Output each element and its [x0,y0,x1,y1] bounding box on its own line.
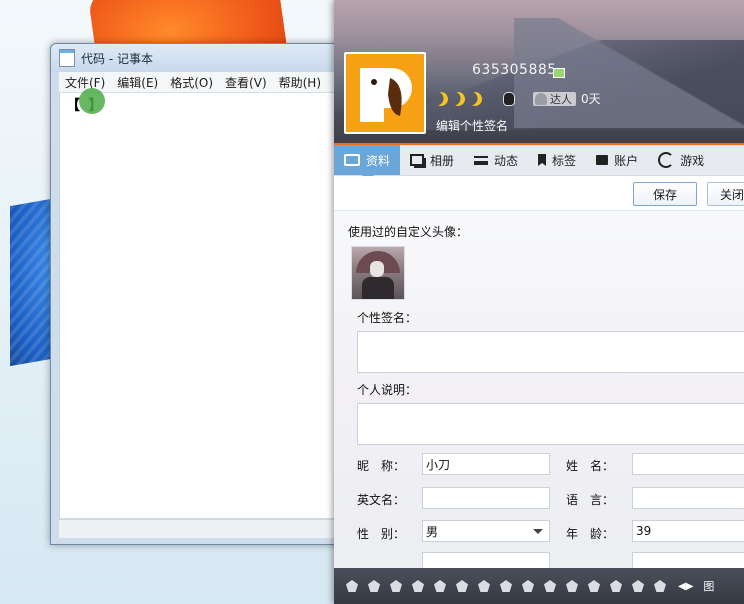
bookmark-icon [538,154,547,166]
english-name-label: 英文名： [357,493,406,507]
notepad-title: 代码 - 记事本 [81,51,153,66]
moon-level-icon [466,90,484,108]
daren-badge[interactable]: 达人 [533,91,576,106]
personal-signature-field[interactable] [357,331,744,373]
nickname-field[interactable]: 小刀 [422,453,550,475]
game-icon [658,152,675,168]
tab-album[interactable]: 相册 [400,145,464,175]
heart-icon[interactable] [654,580,666,592]
dog-avatar-icon [360,68,412,122]
body-shape [362,277,394,299]
menu-file[interactable]: 文件(F) [59,74,111,91]
english-name-field[interactable] [422,487,550,509]
scroll-arrows-icon[interactable]: ◀▶ [678,581,693,592]
vip-icon[interactable] [553,68,565,78]
menu-format[interactable]: 格式(O) [164,74,219,91]
profile-toolbar: 保存 关闭 [334,176,744,211]
personal-signature-label: 个性签名： [357,311,418,325]
wallet-icon [596,155,609,165]
age-field[interactable]: 39 [632,520,744,542]
star-icon[interactable] [610,580,622,592]
trophy-icon[interactable] [390,580,402,592]
close-button[interactable]: 关闭 [707,182,744,206]
feed-list-icon [474,155,489,165]
used-avatar-thumbnail[interactable] [351,246,405,300]
heart-icon[interactable] [368,580,380,592]
notepad-icon [59,49,75,67]
profile-header: 635305885 达人 0天 编辑个性签名 [334,0,744,145]
age-label: 年 龄： [566,527,615,541]
diamond-icon[interactable] [522,580,534,592]
qq-profile-panel: 635305885 达人 0天 编辑个性签名 资料 相册 动态 标签 账户 游戏… [334,0,744,604]
diamond-icon[interactable] [566,580,578,592]
days-count: 0天 [581,92,601,106]
diamond-icon[interactable] [544,580,556,592]
tab-label: 相册 [430,153,455,168]
moon-level-icon [449,90,467,108]
notepad-statusbar [59,519,349,538]
signature-edit-link[interactable]: 编辑个性签名 [436,117,508,134]
gender-value: 男 [426,524,439,539]
nickname-label: 昵 称： [357,459,406,473]
save-button[interactable]: 保存 [633,182,697,206]
diamond-icon[interactable] [478,580,490,592]
face-shape [370,261,384,277]
mouse-cursor-highlight [79,88,105,114]
tab-tags[interactable]: 标签 [528,145,586,175]
tab-label: 账户 [614,153,639,168]
surname-label: 姓 名： [566,459,615,473]
menu-edit[interactable]: 编辑(E) [111,74,164,91]
used-avatar-label: 使用过的自定义头像： [348,225,469,239]
gift-icon[interactable] [500,580,512,592]
menu-view[interactable]: 查看(V) [219,74,273,91]
tab-profile[interactable]: 资料 [334,145,401,181]
bottom-label: 图 [703,580,715,593]
tab-games[interactable]: 游戏 [648,145,714,175]
id-card-icon [344,154,360,166]
guitar-icon[interactable] [346,580,358,592]
profile-tabbar: 资料 相册 动态 标签 账户 游戏 [334,145,744,181]
bottom-app-bar: ◀▶ 图 [334,568,744,604]
personal-desc-field[interactable] [357,403,744,445]
album-icon [410,154,425,166]
notepad-window: 代码 - 记事本 文件(F) 编辑(E) 格式(O) 查看(V) 帮助(H) 【… [50,43,350,545]
person-icon [535,92,547,105]
gender-label: 性 别： [357,527,406,541]
notepad-editor[interactable]: 【 】 [59,93,349,518]
language-label: 语 言： [566,493,615,507]
menu-help[interactable]: 帮助(H) [273,74,327,91]
tab-label: 游戏 [680,153,705,168]
heart-icon[interactable] [632,580,644,592]
notepad-menubar: 文件(F) 编辑(E) 格式(O) 查看(V) 帮助(H) [59,72,349,93]
chevron-down-icon [533,529,543,534]
personal-desc-label: 个人说明： [357,383,418,397]
tab-label: 资料 [366,153,391,168]
surname-field[interactable] [632,453,744,475]
tab-account[interactable]: 账户 [586,145,648,175]
gender-select[interactable]: 男 [422,520,550,542]
qq-number: 635305885 [472,62,557,78]
moon-level-icon [432,90,450,108]
diamond-icon[interactable] [588,580,600,592]
tab-label: 标签 [552,153,577,168]
tab-label: 动态 [494,153,519,168]
diamond-icon[interactable] [412,580,424,592]
language-field[interactable] [632,487,744,509]
tab-feed[interactable]: 动态 [464,145,528,175]
avatar[interactable] [344,52,426,134]
notepad-titlebar[interactable]: 代码 - 记事本 [51,44,349,72]
profile-form: 使用过的自定义头像： 个性签名： 个人说明： 昵 称： 小刀 姓 名： 英文名：… [334,211,744,571]
penguin-icon[interactable] [503,91,515,106]
level-row: 达人 0天 [434,90,601,107]
crown-icon[interactable] [434,580,446,592]
daren-badge-label: 达人 [550,92,572,106]
music-icon[interactable] [456,580,468,592]
